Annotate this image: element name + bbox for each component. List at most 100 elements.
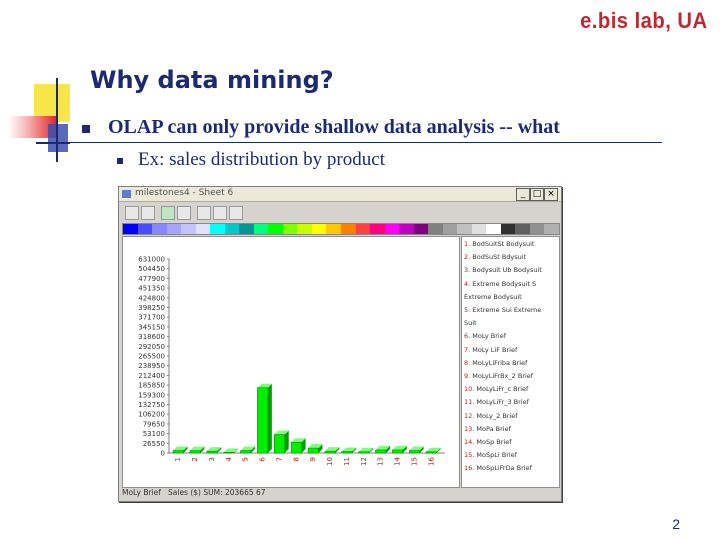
legend-item: 14. MoSp Brief: [464, 438, 512, 446]
legend-number: 11.: [464, 398, 477, 407]
legend-label: MoSp Brief: [476, 438, 512, 446]
palette-swatch[interactable]: [544, 224, 559, 234]
table-icon[interactable]: [177, 206, 191, 220]
palette-swatch[interactable]: [340, 224, 356, 234]
bar-side: [267, 383, 272, 453]
legend-label: MoLyLiFr_c Brief: [476, 385, 529, 394]
x-tick-label: 1: [174, 457, 182, 461]
palette-swatch[interactable]: [500, 224, 516, 234]
x-tick-label: 6: [259, 456, 267, 461]
palette-swatch[interactable]: [515, 224, 530, 234]
bar: [341, 451, 353, 454]
y-tick-label: 26550: [143, 440, 165, 448]
bullet-text-sub: Ex: sales distribution by product: [138, 149, 385, 170]
legend-item: 6. MoLy Brief: [464, 332, 506, 340]
decor-horizontal-line: [70, 142, 662, 143]
palette-swatch[interactable]: [384, 224, 400, 234]
palette-swatch[interactable]: [529, 224, 545, 234]
y-tick-label: 477900: [138, 275, 165, 283]
palette-swatch[interactable]: [355, 224, 371, 234]
palette-swatch[interactable]: [471, 224, 487, 234]
y-tick-label: 345150: [138, 323, 165, 331]
palette-swatch[interactable]: [210, 224, 225, 234]
palette-swatch[interactable]: [239, 224, 254, 234]
y-tick-label: 79650: [143, 420, 165, 428]
palette-swatch[interactable]: [181, 224, 196, 234]
x-tick-label: 4: [225, 456, 233, 461]
legend-label: MoLy_2 Brief: [476, 411, 518, 420]
legend-item: 11. MoLyLiFr_3 Brief: [464, 398, 529, 406]
palette-swatch[interactable]: [399, 224, 414, 234]
y-tick-label: 53100: [143, 430, 165, 438]
palette-swatch[interactable]: [297, 224, 312, 234]
bullet-text-main: OLAP can only provide shallow data analy…: [108, 116, 560, 138]
bar: [240, 450, 252, 454]
legend-label: BodSuitSt Bodysuit: [472, 240, 535, 248]
y-tick-label: 185850: [138, 382, 165, 390]
legend-label: MoPa Brief: [476, 424, 511, 433]
bar: [375, 449, 387, 454]
palette-swatch[interactable]: [457, 224, 472, 234]
y-tick-label: 451350: [138, 285, 165, 293]
legend-number: 15.: [464, 451, 477, 460]
palette-swatch[interactable]: [152, 224, 167, 234]
slide-title: Why data mining?: [90, 66, 334, 94]
bar-chart: 6310005044504779004513504248003982503717…: [138, 256, 445, 466]
y-tick-label: 159300: [138, 391, 165, 399]
bar-top: [426, 447, 441, 452]
legend-label: Extreme Bodysuit S: [472, 279, 537, 288]
palette-swatch[interactable]: [166, 224, 182, 234]
color-palette[interactable]: [122, 223, 560, 235]
legend-label: BodSuSt Bdysuit: [472, 253, 527, 262]
sub-bullet-marker: [117, 158, 123, 164]
palette-swatch[interactable]: [370, 224, 385, 234]
x-tick-label: 13: [377, 457, 385, 466]
legend-number: 14.: [464, 438, 477, 446]
bar-top: [223, 448, 239, 453]
palette-swatch[interactable]: [428, 224, 443, 234]
x-tick-label: 15: [410, 457, 418, 466]
x-tick-label: 9: [309, 457, 317, 461]
x-tick-label: 16: [427, 456, 435, 465]
legend-label: MoLy Brief: [472, 332, 507, 341]
legend-item: 10. MoLyLiFr_c Brief: [464, 385, 528, 393]
legend-number: 16.: [464, 464, 477, 473]
palette-swatch[interactable]: [282, 224, 298, 234]
palette-swatch[interactable]: [253, 224, 269, 234]
palette-swatch[interactable]: [123, 224, 138, 234]
y-tick-label: 0: [161, 450, 165, 458]
y-tick-label: 318600: [138, 333, 165, 341]
legend-item: 5. Extreme Sui Extreme: [464, 306, 541, 314]
palette-swatch[interactable]: [486, 224, 501, 234]
close-button[interactable]: ×: [544, 188, 558, 201]
chart-legend: 1. BodSuitSt Bodysuit 2. BodSuSt Bdysuit 3…: [461, 236, 560, 488]
palette-swatch[interactable]: [311, 224, 327, 234]
save-icon[interactable]: [141, 206, 155, 220]
bar: [206, 450, 218, 454]
status-bar: MoLy Brief Sales ($) SUM: 203665 67: [122, 487, 558, 499]
window-title: milestones4 - Sheet 6: [135, 188, 234, 198]
tools-icon[interactable]: [213, 206, 227, 220]
legend-label: MoSpLi Brief: [476, 451, 517, 460]
palette-swatch[interactable]: [137, 224, 153, 234]
legend-item: 12. MoLy_2 Brief: [464, 412, 518, 420]
palette-swatch[interactable]: [224, 224, 240, 234]
y-tick-label: 504450: [138, 265, 165, 273]
grid-icon[interactable]: [197, 206, 211, 220]
legend-number: 10.: [464, 385, 477, 394]
palette-swatch[interactable]: [195, 224, 211, 234]
x-tick-label: 3: [208, 457, 216, 461]
palette-swatch[interactable]: [268, 224, 283, 234]
legend-label: MoLyLiFriba Brief: [472, 358, 528, 367]
palette-swatch[interactable]: [442, 224, 458, 234]
maximize-button[interactable]: □: [530, 188, 544, 201]
palette-swatch[interactable]: [326, 224, 341, 234]
palette-swatch[interactable]: [413, 224, 429, 234]
decor-horizontal-stub: [36, 142, 70, 144]
chart-icon[interactable]: [161, 206, 175, 220]
window-titlebar[interactable]: milestones4 - Sheet 6 _ □ ×: [119, 187, 561, 202]
toolbar: [119, 202, 561, 222]
minimize-button[interactable]: _: [516, 188, 530, 201]
spell-icon[interactable]: [229, 206, 243, 220]
open-icon[interactable]: [125, 206, 139, 220]
